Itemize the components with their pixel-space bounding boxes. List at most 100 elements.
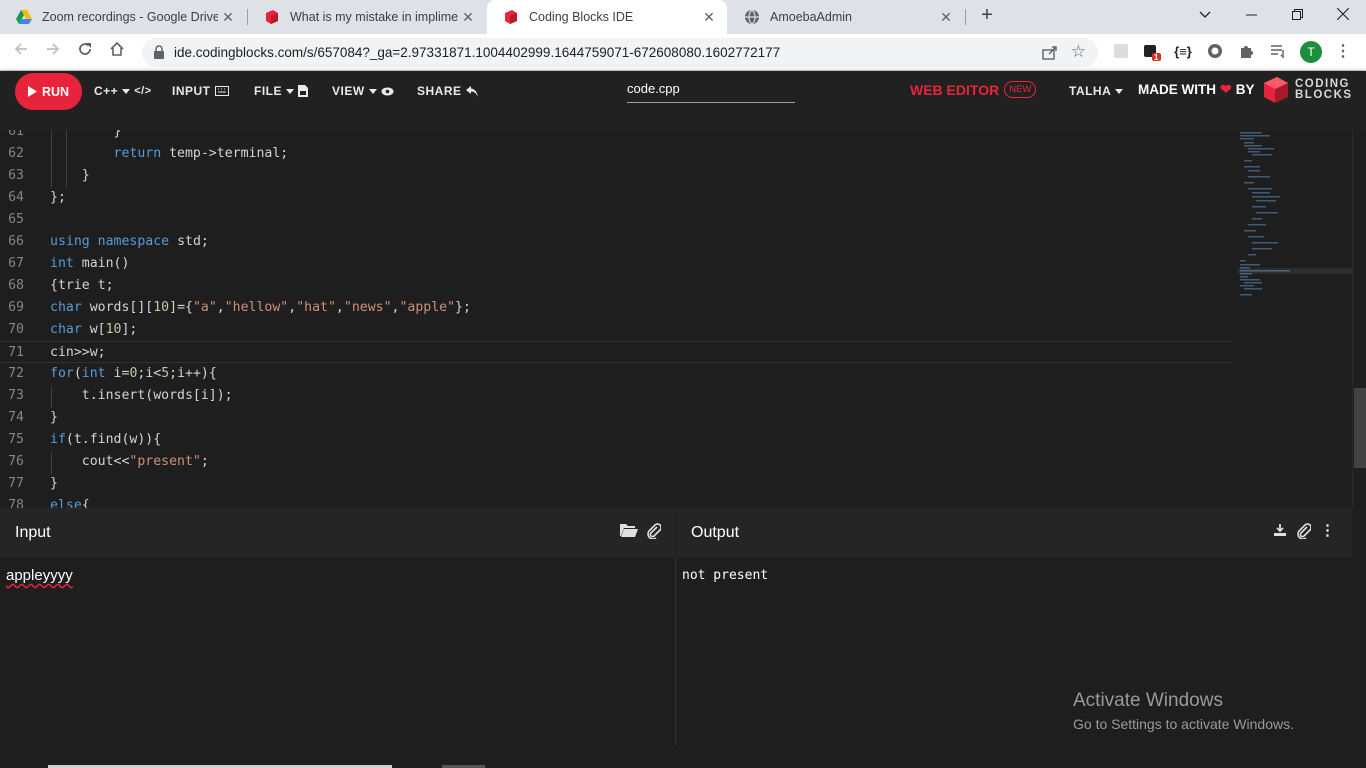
extension-placeholder-icon[interactable] xyxy=(1112,43,1130,61)
code-text[interactable]: } xyxy=(50,407,58,429)
tab-question[interactable]: What is my mistake in impliment ✕ xyxy=(248,0,486,34)
code-line[interactable]: 71 cin>>w; xyxy=(0,341,1232,363)
minimize-button[interactable] xyxy=(1182,0,1228,32)
lock-icon xyxy=(154,45,164,59)
code-text[interactable]: else{ xyxy=(50,495,90,508)
tab-amoeba-admin[interactable]: AmoebaAdmin ✕ xyxy=(728,0,964,34)
input-panel[interactable]: appleyyyy xyxy=(0,557,675,768)
file-menu-label: FILE xyxy=(254,84,282,98)
share-page-icon[interactable] xyxy=(1042,44,1058,63)
code-line[interactable]: 76 cout<<"present"; xyxy=(0,451,1232,473)
code-text[interactable]: {trie t; xyxy=(50,275,114,297)
editor-scrollbar[interactable] xyxy=(1352,130,1366,508)
reading-list-icon[interactable] xyxy=(1269,43,1287,61)
code-editor[interactable]: 61 } 62 return temp->terminal; 63 } 64}; 65 6… xyxy=(0,130,1366,508)
tab-title: What is my mistake in impliment xyxy=(290,10,458,24)
download-icon[interactable] xyxy=(1274,523,1286,540)
input-value[interactable]: appleyyyy xyxy=(6,567,73,584)
run-button[interactable]: RUN xyxy=(15,73,82,110)
code-line[interactable]: 74} xyxy=(0,407,1232,429)
language-menu[interactable]: C++ </> xyxy=(94,84,152,98)
watermark-title: Activate Windows xyxy=(1073,690,1223,711)
tab-google-drive[interactable]: Zoom recordings - Google Drive ✕ xyxy=(0,0,246,34)
url-bar[interactable]: ide.codingblocks.com/s/657084?_ga=2.9733… xyxy=(142,38,1098,67)
code-line[interactable]: 72 for(int i=0;i<5;i++){ xyxy=(0,363,1232,385)
code-line[interactable]: 62 return temp->terminal; xyxy=(0,143,1232,165)
code-line[interactable]: 75 if(t.find(w)){ xyxy=(0,429,1232,451)
code-line[interactable]: 67 int main() xyxy=(0,253,1232,275)
filename-field[interactable]: code.cpp xyxy=(627,81,795,103)
web-editor-link[interactable]: WEB EDITOR NEW xyxy=(910,81,1037,98)
minimize-window-button[interactable] xyxy=(1228,0,1274,32)
star-icon[interactable]: ☆ xyxy=(1071,42,1086,62)
keyboard-icon xyxy=(214,86,229,96)
caret-down-icon xyxy=(368,88,377,94)
code-text[interactable]: using namespace std; xyxy=(50,231,209,253)
code-line[interactable]: 70 char w[10]; xyxy=(0,319,1232,341)
code-text[interactable]: }; xyxy=(50,187,66,209)
code-line[interactable]: 63 } xyxy=(0,165,1232,187)
code-line[interactable]: 66 using namespace std; xyxy=(0,231,1232,253)
extension-badge-icon[interactable]: 1 xyxy=(1143,43,1161,62)
code-line[interactable]: 65 xyxy=(0,209,1232,231)
close-icon[interactable]: ✕ xyxy=(458,9,478,26)
puzzle-icon[interactable] xyxy=(1238,43,1256,61)
tab-coding-blocks-ide[interactable]: Coding Blocks IDE ✕ xyxy=(487,0,727,34)
close-icon[interactable]: ✕ xyxy=(936,9,956,26)
code-text[interactable]: cin>>w; xyxy=(50,342,106,364)
home-button[interactable] xyxy=(106,41,128,63)
new-tab-button[interactable]: + xyxy=(976,4,998,30)
forward-button[interactable] xyxy=(42,41,64,63)
code-line[interactable]: 69 char words[][10]={"a","hellow","hat","… xyxy=(0,297,1232,319)
code-line[interactable]: 61 } xyxy=(0,130,1232,143)
arrow-left-icon xyxy=(14,43,27,55)
code-text[interactable]: return temp->terminal; xyxy=(50,143,289,165)
code-text[interactable]: } xyxy=(50,473,58,495)
indent-guide xyxy=(51,452,52,474)
more-menu-icon[interactable]: ⋮ xyxy=(1334,43,1352,61)
folder-open-icon[interactable] xyxy=(620,523,638,541)
close-icon[interactable]: ✕ xyxy=(699,9,719,26)
circle-extension-icon[interactable] xyxy=(1206,43,1224,61)
code-line[interactable]: 64}; xyxy=(0,187,1232,209)
input-menu[interactable]: INPUT xyxy=(172,84,229,98)
code-text[interactable]: cout<<"present"; xyxy=(50,451,209,473)
code-text[interactable]: } xyxy=(50,165,90,187)
line-number: 67 xyxy=(8,256,24,271)
file-menu[interactable]: FILE xyxy=(254,84,308,98)
indent-guide xyxy=(51,130,52,188)
heart-icon: ❤ xyxy=(1220,81,1232,97)
close-window-button[interactable] xyxy=(1320,0,1366,32)
coding-blocks-logo[interactable]: CODING BLOCKS xyxy=(1262,75,1353,105)
json-extension-icon[interactable]: {≡} xyxy=(1174,43,1192,61)
close-icon xyxy=(1336,7,1350,21)
more-options-icon[interactable]: ⋮ xyxy=(1320,521,1335,539)
code-text[interactable]: int main() xyxy=(50,253,129,275)
coding-blocks-logo-icon xyxy=(1264,77,1288,103)
reload-button[interactable] xyxy=(74,41,96,63)
user-menu[interactable]: TALHA xyxy=(1069,84,1124,98)
code-line[interactable]: 77} xyxy=(0,473,1232,495)
code-text[interactable]: t.insert(words[i]); xyxy=(50,385,233,407)
code-text[interactable]: if(t.find(w)){ xyxy=(50,429,161,451)
paperclip-icon[interactable] xyxy=(1297,523,1312,543)
paperclip-icon[interactable] xyxy=(647,523,662,543)
made-with-label: MADE WITH xyxy=(1138,82,1216,97)
code-text[interactable]: } xyxy=(50,130,122,143)
back-button[interactable] xyxy=(10,41,32,63)
restore-window-button[interactable] xyxy=(1274,0,1320,32)
scrollbar-thumb[interactable] xyxy=(1354,388,1366,468)
tab-title: AmoebaAdmin xyxy=(770,10,852,24)
view-menu[interactable]: VIEW xyxy=(332,84,394,98)
code-text[interactable]: char w[10]; xyxy=(50,319,137,341)
share-menu[interactable]: SHARE xyxy=(417,84,478,98)
code-line[interactable]: 73 t.insert(words[i]); xyxy=(0,385,1232,407)
profile-avatar[interactable]: T xyxy=(1300,41,1322,63)
code-line[interactable]: 78 else{ xyxy=(0,495,1232,508)
close-icon[interactable]: ✕ xyxy=(218,9,238,26)
code-minimap[interactable] xyxy=(1238,130,1352,508)
code-line[interactable]: 68 {trie t; xyxy=(0,275,1232,297)
restore-icon xyxy=(1291,9,1303,20)
code-text[interactable]: char words[][10]={"a","hellow","hat","ne… xyxy=(50,297,471,319)
code-text[interactable]: for(int i=0;i<5;i++){ xyxy=(50,363,217,385)
